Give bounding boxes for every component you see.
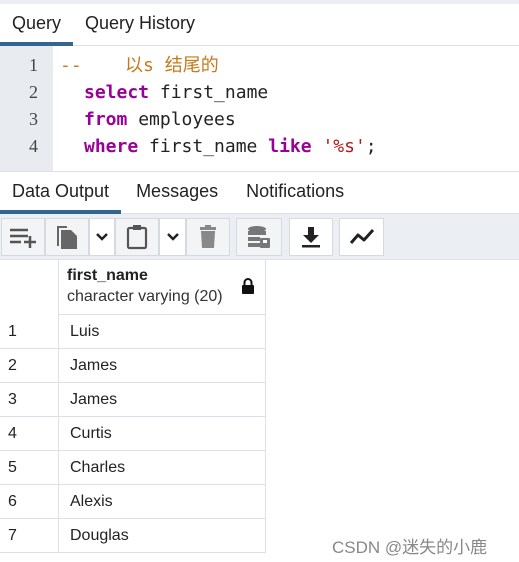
chevron-down-icon <box>166 233 179 241</box>
lock-icon <box>242 278 254 294</box>
delete-button[interactable] <box>186 218 230 256</box>
watermark: CSDN @迷失的小鹿 <box>332 538 488 557</box>
table-cell[interactable]: Douglas <box>58 519 266 553</box>
download-icon <box>302 227 320 248</box>
tab-query[interactable]: Query <box>0 4 74 46</box>
copy-options-dropdown[interactable] <box>89 218 115 256</box>
paste-icon <box>126 225 148 250</box>
sql-string: '%s' <box>322 136 366 157</box>
sql-keyword: from <box>84 109 128 130</box>
row-number[interactable]: 1 <box>0 315 58 349</box>
line-number: 1 <box>29 55 38 75</box>
sql-text: ; <box>365 136 377 157</box>
line-number: 3 <box>29 109 38 129</box>
column-type: character varying (20) <box>67 288 223 305</box>
copy-button[interactable] <box>45 218 89 256</box>
paste-button[interactable] <box>115 218 159 256</box>
table-cell[interactable]: Luis <box>58 315 266 349</box>
code-line: 1 -- 以s 结尾的 <box>0 52 519 79</box>
table-cell[interactable]: Charles <box>58 451 266 485</box>
row-number[interactable]: 4 <box>0 417 58 451</box>
data-toolbar <box>0 214 519 260</box>
download-button[interactable] <box>289 218 333 256</box>
result-tabs: Data Output Messages Notifications <box>0 172 519 214</box>
delete-icon <box>200 225 216 248</box>
table-cell[interactable]: James <box>58 383 266 417</box>
row-number[interactable]: 5 <box>0 451 58 485</box>
row-number[interactable]: 3 <box>0 383 58 417</box>
sql-keyword: where <box>84 136 139 157</box>
tab-messages[interactable]: Messages <box>121 172 230 213</box>
paste-options-dropdown[interactable] <box>159 218 186 256</box>
save-data-button[interactable] <box>236 218 282 256</box>
sql-comment: -- 以s 结尾的 <box>60 55 219 76</box>
tab-notifications[interactable]: Notifications <box>230 172 356 213</box>
code-line: 2 select first_name <box>0 79 519 106</box>
table-cell[interactable]: Curtis <box>58 417 266 451</box>
sql-text: employees <box>127 109 236 130</box>
column-name: first_name <box>67 267 148 284</box>
table-cell[interactable]: James <box>58 349 266 383</box>
graph-icon <box>349 228 374 244</box>
sql-text: first_name <box>138 136 269 157</box>
line-number: 4 <box>29 136 38 156</box>
row-number[interactable]: 6 <box>0 485 58 519</box>
copy-icon <box>57 226 77 249</box>
column-header-first-name[interactable]: first_name character varying (20) <box>58 260 266 315</box>
sql-keyword: select <box>84 82 150 103</box>
chevron-down-icon <box>96 233 108 241</box>
line-number: 2 <box>29 82 38 102</box>
graph-visualiser-button[interactable] <box>339 218 384 256</box>
add-row-button[interactable] <box>1 218 45 256</box>
query-tabs: Query Query History <box>0 4 519 46</box>
row-number[interactable]: 7 <box>0 519 58 553</box>
tab-data-output[interactable]: Data Output <box>0 172 122 214</box>
tab-query-history[interactable]: Query History <box>73 4 207 45</box>
save-data-icon <box>248 226 270 248</box>
sql-keyword: like <box>268 136 312 157</box>
code-line: 4 where first_name like '%s'; <box>0 133 519 160</box>
sql-editor[interactable]: 1 -- 以s 结尾的 2 select first_name 3 from e… <box>0 46 519 172</box>
row-number[interactable]: 2 <box>0 349 58 383</box>
add-row-icon <box>10 228 36 248</box>
sql-text: first_name <box>149 82 269 103</box>
table-cell[interactable]: Alexis <box>58 485 266 519</box>
code-line: 3 from employees <box>0 106 519 133</box>
